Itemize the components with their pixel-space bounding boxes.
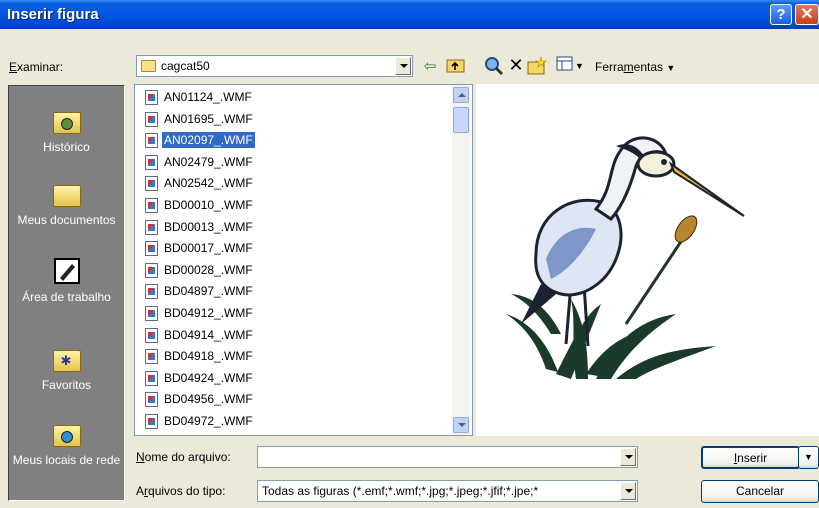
desktop-icon [52, 256, 82, 286]
file-list-item[interactable]: BD04924_.WMF [142, 368, 452, 388]
file-list-item[interactable]: BD04897_.WMF [142, 281, 452, 301]
filetype-dropdown[interactable]: Todas as figuras (*.emf;*.wmf;*.jpg;*.jp… [257, 480, 638, 502]
history-icon [52, 106, 82, 136]
wmf-file-icon [145, 241, 158, 257]
file-list-item[interactable]: BD04918_.WMF [142, 346, 452, 366]
place-my-documents[interactable]: Meus documentos [9, 179, 124, 228]
scroll-up-button[interactable] [453, 87, 469, 103]
wmf-file-icon [145, 414, 158, 429]
file-name: AN02479_.WMF [164, 154, 253, 169]
up-folder-icon[interactable] [446, 56, 466, 76]
file-name: BD04924_.WMF [164, 370, 253, 385]
file-name: BD04914_.WMF [164, 327, 253, 342]
scroll-down-button[interactable] [453, 417, 469, 433]
file-list-item[interactable]: BD00010_.WMF [142, 195, 452, 215]
place-network[interactable]: Meus locais de rede [9, 419, 124, 468]
file-list-item[interactable]: BD00017_.WMF [142, 238, 452, 258]
filename-input[interactable] [257, 446, 638, 468]
file-list-item[interactable]: BD04914_.WMF [142, 325, 452, 345]
file-name: BD04956_.WMF [164, 392, 253, 407]
help-button[interactable]: ? [770, 4, 792, 25]
place-favorites[interactable]: ✱ Favoritos [9, 344, 124, 393]
search-web-icon[interactable] [484, 56, 504, 76]
filetype-dropdown-arrow[interactable] [620, 482, 636, 500]
heron-preview-image [506, 136, 745, 379]
lookin-dropdown[interactable]: cagcat50 [136, 55, 413, 77]
filename-dropdown-arrow[interactable] [620, 448, 636, 466]
back-icon[interactable]: ⇦ [420, 56, 440, 76]
wmf-file-icon [145, 219, 158, 235]
place-history[interactable]: Histórico [9, 106, 124, 155]
wmf-file-icon [145, 90, 158, 105]
insert-options-button[interactable]: ▼ [798, 446, 819, 469]
lookin-folder: cagcat50 [161, 59, 210, 73]
file-name: BD04912_.WMF [164, 306, 253, 320]
wmf-file-icon [145, 306, 158, 321]
file-list-item[interactable]: AN02097_.WMF [142, 130, 452, 150]
wmf-file-icon [145, 111, 158, 127]
wmf-file-icon [145, 327, 158, 343]
file-name: AN02097_.WMF [161, 131, 256, 150]
file-list-item[interactable]: BD04972_.WMF [142, 411, 452, 431]
file-name: BD00028_.WMF [164, 262, 253, 277]
wmf-file-icon [145, 284, 158, 300]
title-bar: Inserir figura ? ✕ [0, 0, 819, 29]
file-name: BD00013_.WMF [164, 219, 253, 234]
file-name: BD00017_.WMF [164, 241, 253, 256]
file-list-item[interactable]: AN02479_.WMF [142, 152, 452, 172]
file-name: BD04897_.WMF [164, 284, 253, 299]
file-list-item[interactable]: BD00028_.WMF [142, 260, 452, 280]
wmf-file-icon [145, 262, 158, 278]
wmf-file-icon [145, 349, 158, 365]
file-name: BD00010_.WMF [164, 198, 253, 212]
insert-button[interactable]: Inserir [701, 446, 800, 469]
filetype-label: Arquivos do tipo: [136, 484, 226, 498]
file-list-item[interactable]: AN01695_.WMF [142, 109, 452, 129]
favorites-icon: ✱ [52, 344, 82, 374]
wmf-file-icon [145, 198, 158, 213]
cancel-button[interactable]: Cancelar [701, 480, 819, 503]
file-name: BD04918_.WMF [164, 349, 253, 364]
place-desktop[interactable]: Área de trabalho [9, 256, 124, 305]
wmf-file-icon [145, 176, 158, 192]
wmf-file-icon [145, 392, 158, 408]
chevron-down-icon[interactable] [395, 57, 411, 75]
file-name: AN02542_.WMF [164, 176, 253, 191]
tools-menu[interactable]: Ferramentas ▼ [595, 60, 675, 74]
file-list-item[interactable]: BD00013_.WMF [142, 217, 452, 237]
file-list-item[interactable]: BD04912_.WMF [142, 303, 452, 323]
file-list-item[interactable]: AN02542_.WMF [142, 173, 452, 193]
wmf-file-icon [145, 370, 158, 386]
close-button[interactable]: ✕ [795, 4, 819, 25]
views-dropdown-arrow[interactable]: ▼ [575, 61, 584, 71]
file-list-item[interactable]: BD04956_.WMF [142, 389, 452, 409]
file-name: BD04972_.WMF [164, 414, 253, 428]
wmf-file-icon [145, 154, 158, 170]
wmf-file-icon [145, 133, 158, 149]
my-documents-icon [52, 179, 82, 209]
filename-label: Nome do arquivo: [136, 450, 231, 464]
views-icon[interactable] [555, 56, 575, 76]
lookin-label: Examinar: [9, 60, 64, 74]
places-bar: Histórico Meus documentos Área de trabal… [8, 85, 125, 501]
preview-pane [476, 84, 819, 436]
delete-icon[interactable]: ✕ [506, 56, 526, 76]
file-list-scrollbar[interactable] [452, 85, 470, 435]
window-title: Inserir figura [7, 6, 99, 23]
file-name: AN01695_.WMF [164, 111, 253, 126]
scroll-thumb[interactable] [453, 107, 469, 133]
new-folder-icon[interactable] [527, 56, 547, 76]
file-list[interactable]: AN01124_.WMF AN01695_.WMF AN02097_.WMF AN02… [134, 84, 473, 436]
file-name: AN01124_.WMF [164, 90, 252, 104]
file-list-item[interactable]: AN01124_.WMF [142, 87, 452, 107]
network-places-icon [52, 419, 82, 449]
folder-icon [141, 60, 156, 72]
